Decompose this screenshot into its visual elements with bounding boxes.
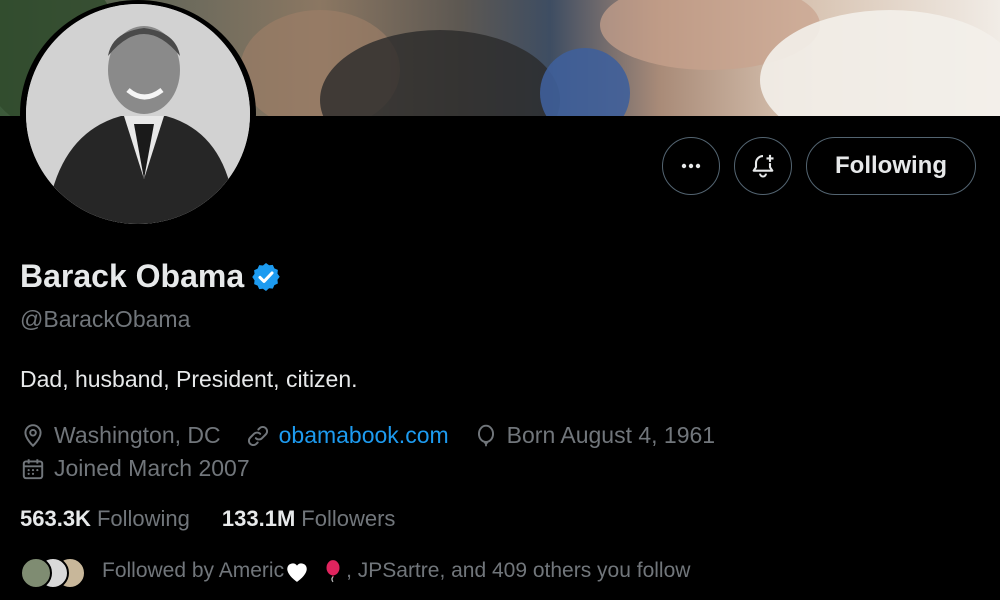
birthday-text: Born August 4, 1961	[506, 422, 716, 448]
more-button[interactable]	[662, 137, 721, 195]
following-label: Following	[96, 506, 190, 531]
followers-stat[interactable]: 133.1M Followers	[222, 506, 396, 532]
notifications-button[interactable]	[734, 137, 793, 195]
location-text: Washington, DC	[54, 422, 221, 448]
birthday-item: Born August 4, 1961	[473, 422, 715, 449]
profile-name-row: Barack Obama	[20, 258, 282, 295]
website-link[interactable]: obamabook.com	[279, 422, 449, 449]
balloon-icon	[477, 424, 494, 446]
followed-by-text-start: Followed by Americ	[102, 559, 285, 582]
followed-by-avatars	[20, 555, 86, 589]
link-icon	[247, 425, 268, 446]
verified-badge-icon[interactable]	[250, 261, 282, 293]
followers-count: 133.1M	[221, 506, 296, 531]
profile-stats: 563.3K Following 133.1M Followers	[20, 506, 427, 532]
profile-avatar[interactable]	[20, 0, 256, 228]
joined-text: Joined March 2007	[54, 455, 250, 481]
avatar-photo	[26, 4, 250, 224]
profile-bio: Dad, husband, President, citizen.	[20, 366, 358, 392]
location-item: Washington, DC	[20, 422, 221, 449]
following-stat[interactable]: 563.3K Following	[20, 506, 190, 532]
following-button[interactable]: Following	[806, 137, 976, 195]
followed-by-text-end: , JPSartre, and 409 others you follow	[346, 559, 691, 582]
profile-handle: @BarackObama	[20, 306, 191, 332]
followed-by[interactable]: Followed by Americ , JPSartre, and 409 o…	[20, 555, 691, 589]
avatar	[20, 557, 52, 589]
calendar-icon	[22, 458, 44, 479]
red-balloon-icon	[326, 560, 340, 583]
joined-item: Joined March 2007	[20, 455, 250, 482]
website-item[interactable]: obamabook.com	[245, 422, 449, 449]
bell-plus-icon	[752, 154, 774, 178]
more-horizontal-icon	[681, 163, 701, 169]
followers-label: Followers	[301, 506, 396, 531]
profile-name: Barack Obama	[20, 258, 245, 294]
profile-actions: Following	[662, 137, 976, 195]
white-heart-icon	[287, 563, 307, 582]
following-count: 563.3K	[20, 506, 91, 531]
location-pin-icon	[24, 423, 42, 447]
profile-meta: Washington, DC obamabook.com Born August…	[20, 419, 739, 485]
